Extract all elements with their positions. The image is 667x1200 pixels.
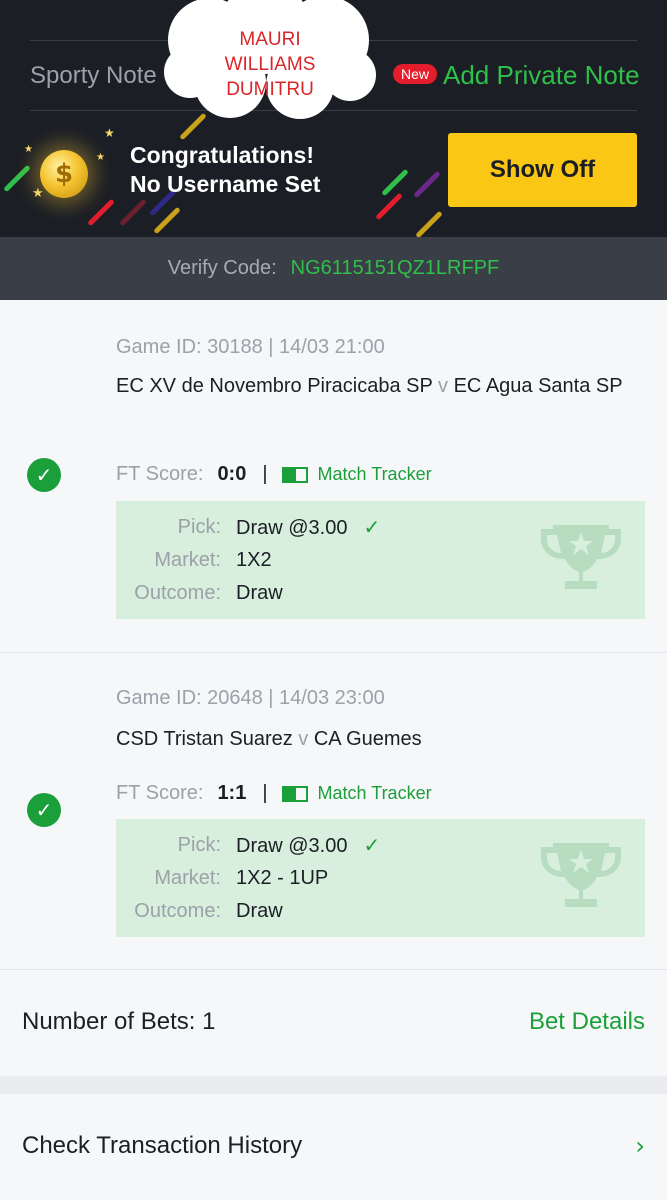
- match-teams: CSD Tristan Suarez v CA Guemes: [116, 722, 636, 756]
- match-tracker-link[interactable]: Match Tracker: [318, 783, 432, 804]
- number-of-bets: Number of Bets: 1: [22, 1008, 216, 1035]
- confetti-streak: [381, 168, 409, 197]
- market-value: 1X2: [236, 549, 272, 571]
- market-label: Market:: [154, 867, 221, 889]
- star-icon: ★: [32, 186, 44, 201]
- check-transaction-history-label: Check Transaction History: [22, 1132, 303, 1159]
- outcome-label: Outcome:: [134, 900, 221, 922]
- sticker-line: MAURI: [239, 29, 301, 50]
- show-off-button[interactable]: Show Off: [448, 133, 637, 207]
- congrats-message: Congratulations! No Username Set: [130, 141, 320, 199]
- bets-summary-row: Number of Bets: 1 Bet Details: [0, 970, 667, 1076]
- confetti-streak: [375, 192, 403, 221]
- away-team: CA Guemes: [313, 728, 422, 750]
- outcome-value: Draw: [236, 900, 283, 922]
- pick-text: Draw @3.00: [236, 517, 348, 539]
- sticker-text: MAURI WILLIAMS DUMITRU: [190, 27, 350, 102]
- pick-value: Draw @3.00 ✓: [236, 828, 380, 863]
- ft-score-label: FT Score:: [116, 782, 204, 804]
- sticker-line: DUMITRU: [226, 79, 314, 100]
- outcome-label: Outcome:: [134, 582, 221, 604]
- congrats-title: Congratulations!: [130, 142, 314, 168]
- sporty-note-label: Sporty Note: [30, 62, 157, 89]
- pick-label: Pick:: [177, 834, 221, 856]
- check-icon: ✓: [363, 515, 381, 539]
- home-team: CSD Tristan Suarez: [116, 728, 293, 750]
- confetti-streak: [87, 198, 115, 227]
- confetti-streak: [119, 198, 147, 227]
- versus-label: v: [298, 728, 309, 750]
- home-team: EC XV de Novembro Piracicaba SP: [116, 375, 433, 397]
- check-icon: ✓: [363, 833, 381, 857]
- pick-result-box: Pick: Draw @3.00 ✓ Market: 1X2 Outcome: D…: [116, 501, 645, 619]
- coin-icon: $: [40, 150, 88, 198]
- game-item: Game ID: 30188 | 14/03 21:00 EC XV de No…: [0, 300, 667, 652]
- check-circle-icon: ✓: [27, 458, 61, 492]
- trophy-icon: [541, 525, 621, 589]
- congrats-subtitle: No Username Set: [130, 171, 321, 197]
- bet-details-link[interactable]: Bet Details: [529, 1008, 645, 1036]
- section-gap: [0, 1076, 667, 1094]
- check-circle-icon: ✓: [27, 793, 61, 827]
- market-value: 1X2 - 1UP: [236, 867, 329, 889]
- match-tracker-link[interactable]: Match Tracker: [318, 464, 432, 485]
- game-id: Game ID: 20648 | 14/03 23:00: [116, 687, 385, 709]
- ticket-header: Sporty Note New Add Private Note ★ ★ ★ ★…: [0, 0, 667, 237]
- versus-label: v: [438, 375, 449, 397]
- trophy-icon: [541, 843, 621, 907]
- match-teams: EC XV de Novembro Piracicaba SP v EC Agu…: [116, 369, 636, 403]
- pick-text: Draw @3.00: [236, 835, 348, 857]
- away-team: EC Agua Santa SP: [453, 375, 623, 397]
- sticker-line: WILLIAMS: [224, 54, 316, 75]
- new-badge: New: [393, 64, 438, 84]
- ft-score-row: FT Score: 0:0 | Match Tracker: [116, 463, 432, 486]
- add-private-note-link[interactable]: Add Private Note: [443, 60, 640, 91]
- chevron-right-icon[interactable]: ›: [635, 1132, 645, 1160]
- star-icon: ★: [104, 126, 115, 140]
- separator: |: [262, 463, 268, 485]
- ft-score-row: FT Score: 1:1 | Match Tracker: [116, 782, 432, 805]
- ft-score-value: 1:1: [217, 782, 247, 804]
- check-transaction-history-row[interactable]: Check Transaction History ›: [0, 1094, 667, 1200]
- pick-value: Draw @3.00 ✓: [236, 510, 380, 545]
- match-tracker-icon[interactable]: [281, 466, 308, 483]
- market-label: Market:: [154, 549, 221, 571]
- confetti-streak: [3, 164, 31, 193]
- bet-ticket-screen: Sporty Note New Add Private Note ★ ★ ★ ★…: [0, 0, 667, 1200]
- ft-score-label: FT Score:: [116, 463, 204, 485]
- ft-score-value: 0:0: [217, 463, 247, 485]
- game-id: Game ID: 30188 | 14/03 21:00: [116, 336, 385, 358]
- confetti-streak: [415, 210, 443, 237]
- star-icon: ★: [96, 152, 105, 163]
- verify-code-value[interactable]: NG6115151QZ1LRFPF: [291, 257, 500, 280]
- match-tracker-icon[interactable]: [281, 785, 308, 802]
- verify-code-bar: Verify Code: NG6115151QZ1LRFPF: [0, 237, 667, 300]
- pick-result-box: Pick: Draw @3.00 ✓ Market: 1X2 - 1UP Outc…: [116, 819, 645, 937]
- outcome-value: Draw: [236, 582, 283, 604]
- separator: |: [262, 782, 268, 804]
- verify-code-label: Verify Code:: [167, 257, 277, 279]
- star-icon: ★: [24, 144, 33, 155]
- game-item: Game ID: 20648 | 14/03 23:00 CSD Tristan…: [0, 653, 667, 969]
- confetti-streak: [413, 170, 441, 199]
- pick-label: Pick:: [177, 516, 221, 538]
